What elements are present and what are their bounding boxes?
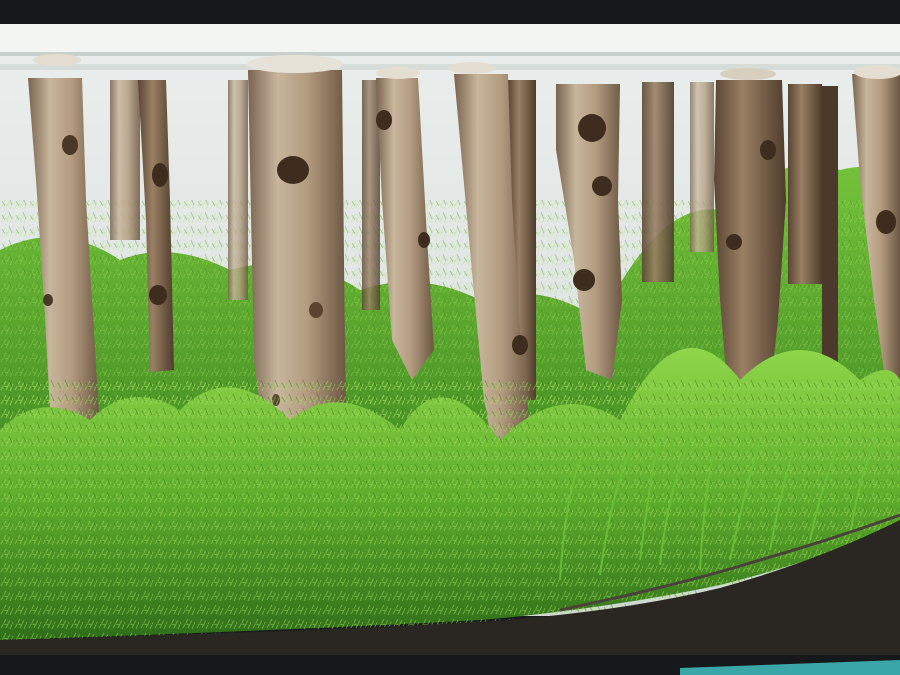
light-bar — [0, 24, 900, 54]
aquarium-illustration — [0, 0, 900, 675]
aquarium-photo — [0, 0, 900, 675]
light-bar-edge — [0, 52, 900, 56]
